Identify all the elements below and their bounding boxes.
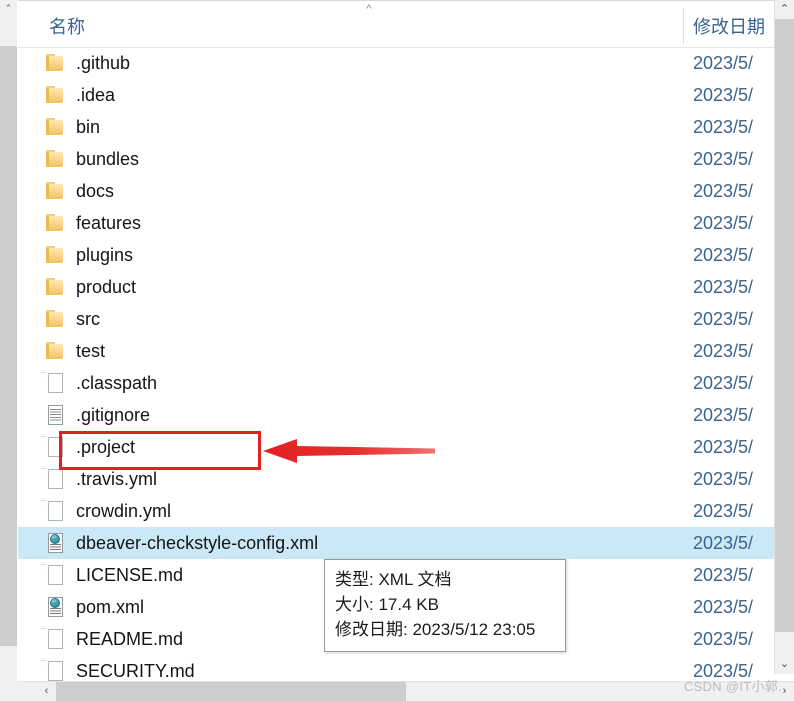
horizontal-scrollbar[interactable]: ‹ › (18, 681, 794, 701)
file-date-label: 2023/5/ (693, 405, 754, 425)
file-list-row[interactable]: docs 2023/5/ (18, 175, 794, 207)
file-date-label: 2023/5/ (693, 469, 754, 489)
file-date-label: 2023/5/ (693, 149, 754, 169)
scroll-left-icon[interactable]: ‹ (37, 682, 56, 701)
column-header-name[interactable]: 名称 (49, 13, 85, 39)
file-list-row[interactable]: .github 2023/5/ (18, 47, 794, 79)
sort-ascending-icon[interactable]: ^ (362, 4, 376, 15)
file-date-label: 2023/5/ (693, 245, 754, 265)
file-list-row[interactable]: src 2023/5/ (18, 303, 794, 335)
file-name-label: bundles (76, 149, 140, 169)
file-name-label: .idea (76, 85, 116, 105)
file-date-label: 2023/5/ (693, 437, 754, 457)
file-list-row[interactable]: .classpath 2023/5/ (18, 367, 794, 399)
file-name-label: .travis.yml (76, 469, 157, 489)
file-list-row[interactable]: test 2023/5/ (18, 335, 794, 367)
file-explorer-window: ⌃ ⌄ ^ 名称 修改日期 .github 2023/5/ .idea 2023/5/… (0, 0, 794, 701)
file-date-label: 2023/5/ (693, 565, 754, 585)
file-date-label: 2023/5/ (693, 213, 754, 233)
file-name-label: product (76, 277, 137, 297)
file-name-label: SECURITY.md (76, 661, 195, 681)
file-list-row[interactable]: plugins 2023/5/ (18, 239, 794, 271)
file-date-label: 2023/5/ (693, 373, 754, 393)
file-name-label: .gitignore (76, 405, 151, 425)
file-list-row[interactable]: bin 2023/5/ (18, 111, 794, 143)
file-name-label: src (76, 309, 100, 329)
file-name-label: dbeaver-checkstyle-config.xml (76, 533, 319, 553)
outer-scroll-up-icon[interactable]: ⌃ (0, 0, 17, 17)
file-list-row[interactable]: .idea 2023/5/ (18, 79, 794, 111)
watermark: CSDN @IT小郭. (683, 679, 782, 694)
file-name-label: docs (76, 181, 115, 201)
column-divider[interactable] (683, 8, 684, 44)
tooltip-type-line: 类型: XML 文档 (335, 570, 452, 589)
file-name-label: README.md (76, 629, 184, 649)
file-name-label: features (76, 213, 142, 233)
vertical-scrollbar-thumb[interactable] (775, 19, 794, 632)
header-top-divider (18, 0, 794, 1)
file-list-pane: ^ 名称 修改日期 .github 2023/5/ .idea 2023/5/bin 2… (18, 0, 794, 701)
column-header-bar: ^ 名称 修改日期 (18, 0, 794, 48)
file-date-label: 2023/5/ (693, 53, 754, 73)
tooltip-size-line: 大小: 17.4 KB (335, 595, 439, 614)
file-list-row[interactable]: product 2023/5/ (18, 271, 794, 303)
outer-vertical-scrollbar[interactable]: ⌃ ⌄ (0, 0, 18, 701)
file-name-label: bin (76, 117, 101, 137)
file-list-row[interactable]: crowdin.yml 2023/5/ (18, 495, 794, 527)
file-name-label: LICENSE.md (76, 565, 184, 585)
outer-scrollbar-thumb[interactable] (0, 46, 17, 646)
file-date-label: 2023/5/ (693, 181, 754, 201)
file-name-label: test (76, 341, 106, 361)
file-list-row[interactable]: features 2023/5/ (18, 207, 794, 239)
file-date-label: 2023/5/ (693, 117, 754, 137)
column-header-date-modified[interactable]: 修改日期 (693, 13, 765, 39)
file-list-row[interactable]: .project 2023/5/ (18, 431, 794, 463)
file-list-row[interactable]: bundles 2023/5/ (18, 143, 794, 175)
tooltip-modified-line: 修改日期: 2023/5/12 23:05 (335, 620, 536, 639)
file-date-label: 2023/5/ (693, 629, 754, 649)
file-info-tooltip: 类型: XML 文档 大小: 17.4 KB 修改日期: 2023/5/12 2… (324, 559, 566, 652)
file-date-label: 2023/5/ (693, 597, 754, 617)
file-name-label: .classpath (76, 373, 158, 393)
file-list-row[interactable]: .gitignore 2023/5/ (18, 399, 794, 431)
vertical-scrollbar[interactable]: ⌃ ⌄ (774, 0, 794, 674)
file-name-label: crowdin.yml (76, 501, 172, 521)
scroll-up-icon[interactable]: ⌃ (775, 0, 794, 19)
file-date-label: 2023/5/ (693, 533, 754, 553)
file-name-label: .project (76, 437, 136, 457)
file-name-label: pom.xml (76, 597, 145, 617)
horizontal-scrollbar-thumb[interactable] (56, 682, 406, 701)
file-date-label: 2023/5/ (693, 309, 754, 329)
file-date-label: 2023/5/ (693, 341, 754, 361)
file-date-label: 2023/5/ (693, 277, 754, 297)
file-list-row[interactable]: dbeaver-checkstyle-config.xml 2023/5/ (18, 527, 794, 559)
scrollbar-corner (0, 682, 18, 701)
file-date-label: 2023/5/ (693, 85, 754, 105)
file-name-label: plugins (76, 245, 134, 265)
scroll-down-icon[interactable]: ⌄ (775, 655, 794, 674)
file-name-label: .github (76, 53, 131, 73)
file-list-row[interactable]: .travis.yml 2023/5/ (18, 463, 794, 495)
file-date-label: 2023/5/ (693, 501, 754, 521)
